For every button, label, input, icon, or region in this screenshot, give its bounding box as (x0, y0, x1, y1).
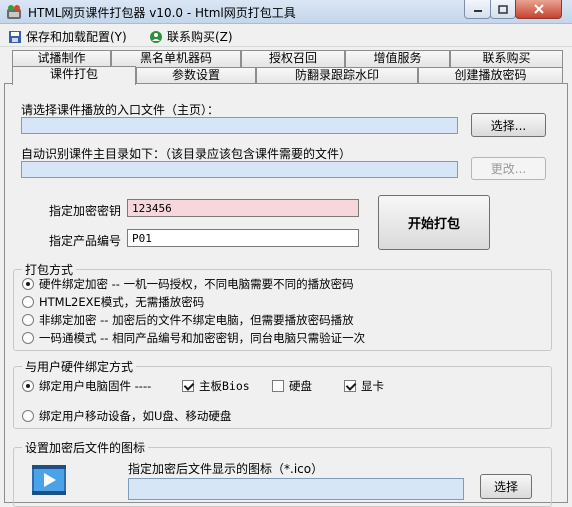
product-id-value: P01 (132, 232, 152, 245)
bind-pc-option[interactable]: 绑定用户电脑固件 ---- (22, 378, 151, 394)
pack-mode-unbound[interactable]: 非绑定加密 -- 加密后的文件不绑定电脑，但需要播放密码播放 (22, 312, 354, 328)
gpu-checkbox[interactable]: 显卡 (344, 378, 384, 394)
product-id-input[interactable]: P01 (127, 229, 359, 247)
option-label: 主板Bios (199, 379, 250, 393)
pack-mode-html2exe[interactable]: HTML2EXE模式，无需播放密码 (22, 294, 204, 310)
start-package-label: 开始打包 (407, 217, 460, 232)
select-icon-label: 选择 (493, 480, 518, 494)
maximize-icon (498, 4, 508, 14)
change-directory-label: 更改... (490, 162, 527, 176)
tab-label: 防翻录跟踪水印 (294, 68, 379, 82)
video-icon (32, 465, 66, 495)
option-label: 一码通模式 -- 相同产品编号和加密密钥，同台电脑只需验证一次 (39, 331, 366, 345)
tab-panel-package: 请选择课件播放的入口文件（主页）： 选择... 自动识别课件主目录如下：（该目录… (4, 83, 568, 507)
tab-label: 课件打包 (49, 67, 98, 81)
pack-mode-group: 打包方式 硬件绑定加密 -- 一机一码授权，不同电脑需要不同的播放密码 HTML… (13, 261, 552, 351)
start-package-button[interactable]: 开始打包 (378, 195, 490, 250)
menu-save-label: 保存和加载配置(Y) (26, 30, 127, 44)
directory-label: 自动识别课件主目录如下：（该目录应该包含课件需要的文件） (21, 147, 352, 161)
entry-file-field[interactable] (21, 117, 458, 134)
encrypt-key-value: 123456 (132, 202, 172, 215)
option-label: 显卡 (361, 379, 384, 393)
maximize-button[interactable] (490, 0, 516, 19)
tab-value-added[interactable]: 增值服务 (345, 50, 450, 67)
icon-file-label: 指定加密后文件显示的图标（*.ico） (128, 462, 324, 476)
close-icon (533, 4, 544, 14)
radio-button[interactable] (22, 380, 34, 392)
tab-blacklist[interactable]: 黑名单机器码 (111, 50, 241, 67)
tab-trial[interactable]: 试播制作 (12, 50, 111, 67)
option-label: 绑定用户移动设备，如U盘、移动硬盘 (39, 409, 232, 423)
checkbox[interactable] (272, 380, 284, 392)
select-entry-label: 选择... (490, 118, 527, 133)
tab-label: 黑名单机器码 (139, 51, 212, 65)
option-label: HTML2EXE模式，无需播放密码 (39, 295, 205, 309)
app-icon (7, 5, 21, 19)
binding-title: 与用户硬件绑定方式 (22, 358, 137, 375)
radio-button[interactable] (22, 332, 34, 344)
tab-package[interactable]: 课件打包 (12, 66, 136, 85)
tab-params[interactable]: 参数设置 (136, 67, 256, 84)
minimize-icon (473, 10, 482, 12)
tab-contact[interactable]: 联系购买 (450, 50, 563, 67)
select-entry-button[interactable]: 选择... (471, 113, 546, 137)
checkbox[interactable] (344, 380, 356, 392)
radio-button[interactable] (22, 314, 34, 326)
encrypt-key-input[interactable]: 123456 (127, 199, 359, 217)
encrypt-key-label: 指定加密密钥 (49, 204, 122, 218)
pack-mode-hardware[interactable]: 硬件绑定加密 -- 一机一码授权，不同电脑需要不同的播放密码 (22, 276, 354, 292)
icon-group: 设置加密后文件的图标 指定加密后文件显示的图标（*.ico） 选择 (13, 439, 552, 507)
bind-mobile-option[interactable]: 绑定用户移动设备，如U盘、移动硬盘 (22, 408, 231, 424)
save-icon (9, 30, 21, 43)
entry-file-label: 请选择课件播放的入口文件（主页）： (21, 103, 220, 117)
checkbox[interactable] (182, 380, 194, 392)
contact-icon (150, 30, 162, 43)
icon-group-title: 设置加密后文件的图标 (22, 439, 149, 456)
binding-group: 与用户硬件绑定方式 绑定用户电脑固件 ---- 主板Bios 硬盘 显卡 绑定用… (13, 358, 552, 429)
tab-watermark[interactable]: 防翻录跟踪水印 (256, 67, 418, 84)
title-bar: HTML网页课件打包器 v10.0 - Html网页打包工具 (0, 0, 572, 24)
radio-button[interactable] (22, 410, 34, 422)
tab-recall[interactable]: 授权召回 (241, 50, 345, 67)
option-label: 绑定用户电脑固件 ---- (39, 379, 152, 393)
icon-file-field[interactable] (128, 478, 464, 500)
window-title: HTML网页课件打包器 v10.0 - Html网页打包工具 (28, 6, 296, 20)
tab-label: 增值服务 (373, 51, 422, 65)
tab-label: 参数设置 (171, 68, 220, 82)
select-icon-button[interactable]: 选择 (480, 474, 532, 499)
tab-label: 创建播放密码 (454, 68, 527, 82)
tab-label: 联系购买 (482, 51, 531, 65)
option-label: 硬盘 (289, 379, 312, 393)
close-button[interactable] (515, 0, 562, 19)
menu-bar: 保存和加载配置(Y) 联系购买(Z) (0, 25, 572, 47)
tab-label: 授权召回 (268, 51, 317, 65)
option-label: 非绑定加密 -- 加密后的文件不绑定电脑，但需要播放密码播放 (39, 313, 354, 327)
directory-field[interactable] (21, 161, 458, 178)
menu-contact-label: 联系购买(Z) (167, 30, 233, 44)
disk-checkbox[interactable]: 硬盘 (272, 378, 312, 394)
menu-save-config[interactable]: 保存和加载配置(Y) (8, 28, 127, 45)
pack-mode-onecode[interactable]: 一码通模式 -- 相同产品编号和加密密钥，同台电脑只需验证一次 (22, 330, 365, 346)
change-directory-button[interactable]: 更改... (471, 157, 546, 180)
bios-checkbox[interactable]: 主板Bios (182, 378, 250, 394)
option-label: 硬件绑定加密 -- 一机一码授权，不同电脑需要不同的播放密码 (39, 277, 354, 291)
menu-contact[interactable]: 联系购买(Z) (149, 28, 233, 45)
radio-button[interactable] (22, 278, 34, 290)
tab-create-password[interactable]: 创建播放密码 (418, 67, 563, 84)
minimize-button[interactable] (464, 0, 491, 19)
tab-label: 试播制作 (37, 51, 86, 65)
product-id-label: 指定产品编号 (49, 234, 122, 248)
radio-button[interactable] (22, 296, 34, 308)
